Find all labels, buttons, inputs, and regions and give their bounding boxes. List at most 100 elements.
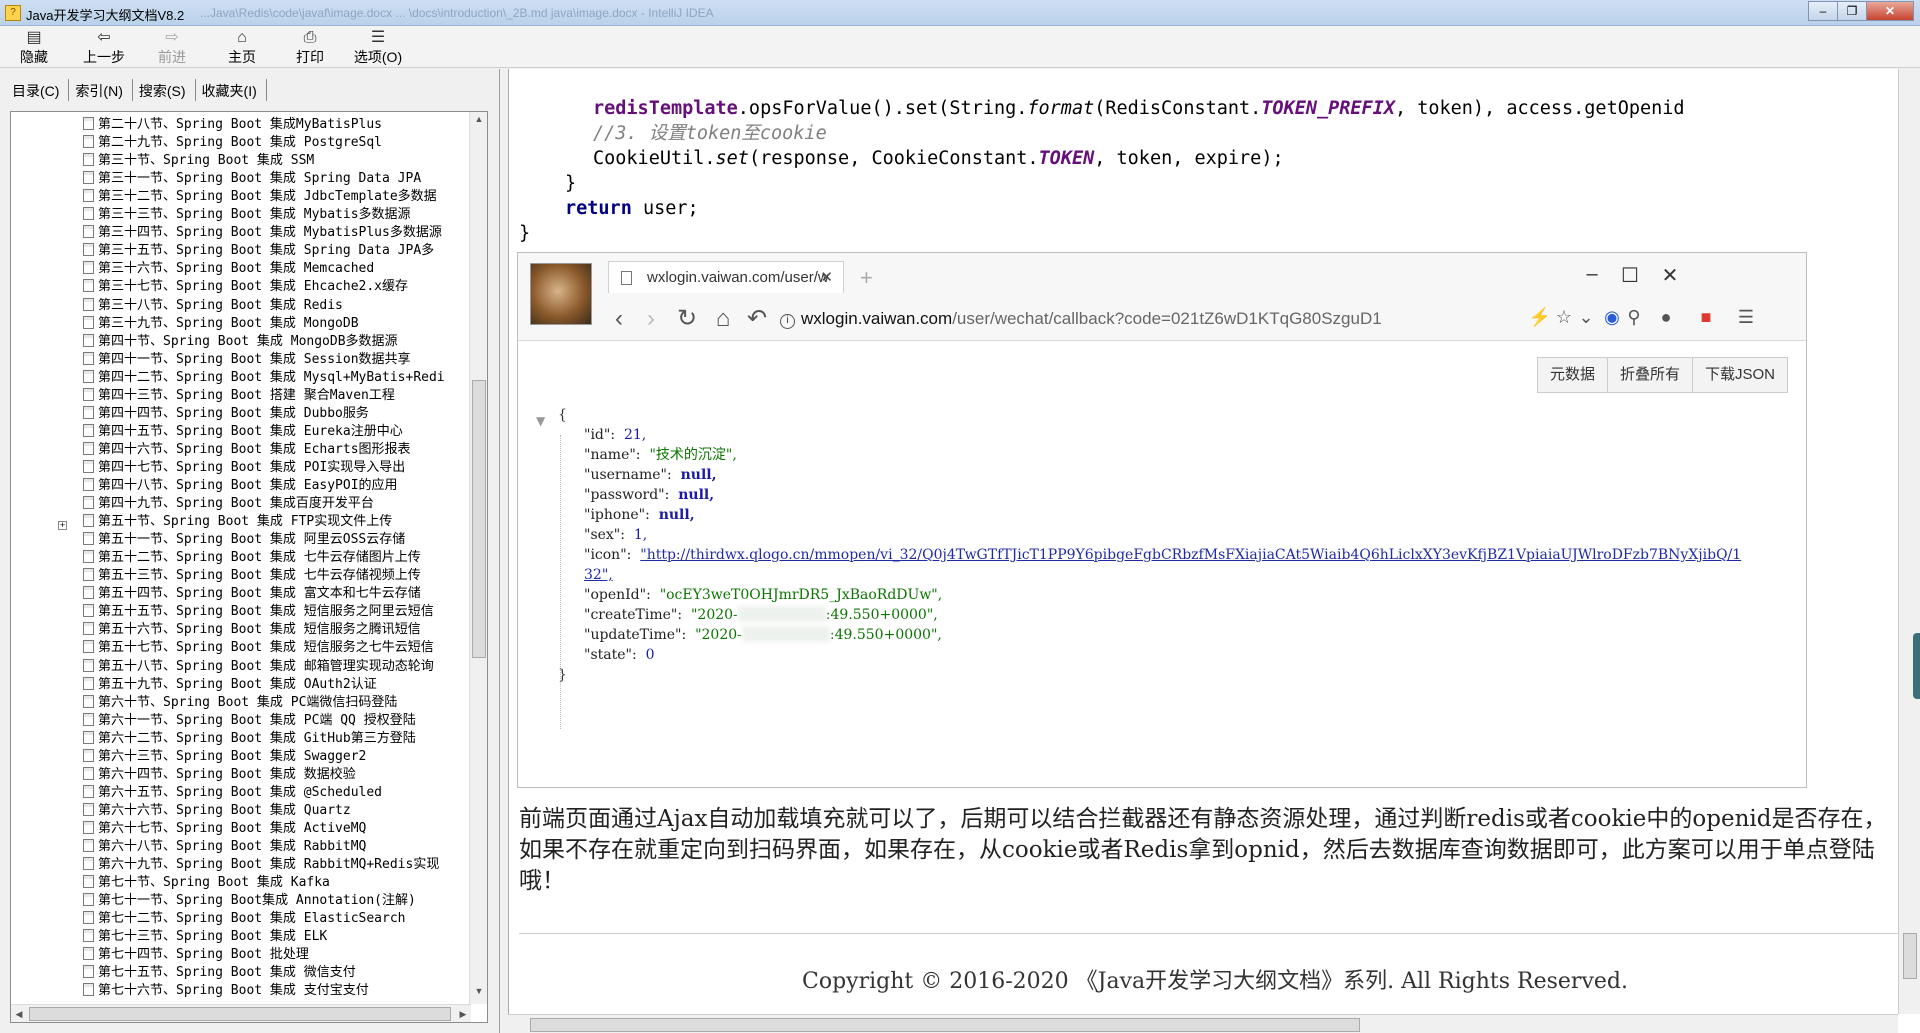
hide-icon: ▤: [26, 29, 42, 46]
tree-item[interactable]: 第六十九节、Spring Boot 集成 RabbitMQ+Redis实现: [83, 856, 463, 874]
tree-item[interactable]: 第七十二节、Spring Boot 集成 ElasticSearch: [83, 910, 463, 928]
tree-item[interactable]: 第五十节、Spring Boot 集成 FTP实现文件上传: [83, 513, 463, 531]
tree-item[interactable]: 第七十一节、Spring Boot集成 Annotation(注解): [83, 892, 463, 910]
tree-item[interactable]: 第三十八节、Spring Boot 集成 Redis: [83, 297, 463, 315]
hide-button[interactable]: ▤ 隐藏: [2, 29, 66, 67]
tree-item[interactable]: 第二十八节、Spring Boot 集成MyBatisPlus: [83, 116, 463, 134]
tree-hscroll-thumb[interactable]: [29, 1007, 451, 1021]
address-bar: i wxlogin.vaiwan.com/user/wechat/callback…: [780, 309, 1515, 329]
forward-button[interactable]: ⇨ 前进: [140, 29, 204, 67]
document-icon: [83, 333, 94, 347]
content-vertical-scrollbar[interactable]: [1898, 69, 1920, 1014]
tree-item[interactable]: 第五十八节、Spring Boot 集成 邮箱管理实现动态轮询: [83, 658, 463, 676]
back-icon: ‹: [615, 305, 623, 332]
tree-item[interactable]: 第五十三节、Spring Boot 集成 七牛云存储视频上传: [83, 567, 463, 585]
document-icon: [83, 802, 94, 816]
tree-item[interactable]: 第五十七节、Spring Boot 集成 短信服务之七牛云短信: [83, 639, 463, 657]
tree-item[interactable]: 第六十六节、Spring Boot 集成 Quartz: [83, 802, 463, 820]
document-icon: [83, 694, 94, 708]
print-button[interactable]: ⎙ 打印: [278, 29, 342, 67]
close-button[interactable]: ✕: [1866, 1, 1914, 21]
tree-item[interactable]: 第七十四节、Spring Boot 批处理: [83, 946, 463, 964]
options-button[interactable]: ☰ 选项(O): [346, 29, 410, 67]
lightning-icon: ⚡: [1528, 307, 1552, 327]
tree-item[interactable]: 第四十节、Spring Boot 集成 MongoDB多数据源: [83, 333, 463, 351]
document-icon: [83, 225, 94, 239]
tree-item[interactable]: 第四十八节、Spring Boot 集成 EasyPOI的应用: [83, 477, 463, 495]
tree-item[interactable]: 第三十七节、Spring Boot 集成 Ehcache2.x缓存: [83, 278, 463, 296]
tree-item[interactable]: 第三十五节、Spring Boot 集成 Spring Data JPA多: [83, 242, 463, 260]
redacted-blur: [737, 606, 826, 622]
tree-item[interactable]: 第六十八节、Spring Boot 集成 RabbitMQ: [83, 838, 463, 856]
tree-item[interactable]: 第四十二节、Spring Boot 集成 Mysql+MyBatis+Redi: [83, 369, 463, 387]
tab-index[interactable]: 索引(N): [69, 79, 133, 101]
tree-item[interactable]: 第五十六节、Spring Boot 集成 短信服务之腾讯短信: [83, 621, 463, 639]
dropdown-icon: ⌄: [1578, 307, 1594, 327]
contents-tree[interactable]: 第二十八节、Spring Boot 集成MyBatisPlus 第二十九节、Spr…: [10, 111, 488, 1023]
scroll-up-icon[interactable]: ▲: [470, 114, 487, 130]
tree-item[interactable]: 第六十七节、Spring Boot 集成 ActiveMQ: [83, 820, 463, 838]
tree-item[interactable]: 第七十节、Spring Boot 集成 Kafka: [83, 874, 463, 892]
scroll-left-icon[interactable]: ◀: [11, 1005, 27, 1022]
tree-item[interactable]: 第二十九节、Spring Boot 集成 PostgreSql: [83, 134, 463, 152]
document-icon: [83, 568, 94, 582]
tree-item[interactable]: 第三十四节、Spring Boot 集成 MybatisPlus多数据源: [83, 224, 463, 242]
tree-item[interactable]: 第四十一节、Spring Boot 集成 Session数据共享: [83, 351, 463, 369]
tree-item[interactable]: 第四十七节、Spring Boot 集成 POI实现导入导出: [83, 459, 463, 477]
forward-arrow-icon: ⇨: [165, 29, 179, 46]
tree-item[interactable]: 第五十五节、Spring Boot 集成 短信服务之阿里云短信: [83, 603, 463, 621]
document-icon: [83, 532, 94, 546]
tree-item[interactable]: 第四十四节、Spring Boot 集成 Dubbo服务: [83, 405, 463, 423]
divider: [519, 933, 1899, 934]
tree-item[interactable]: 第三十三节、Spring Boot 集成 Mybatis多数据源: [83, 206, 463, 224]
tree-item[interactable]: 第五十一节、Spring Boot 集成 阿里云OSS云存储: [83, 531, 463, 549]
content-hscroll-thumb[interactable]: [530, 1018, 1360, 1032]
tree-item[interactable]: 第五十四节、Spring Boot 集成 富文本和七牛云存储: [83, 585, 463, 603]
document-icon: [83, 441, 94, 455]
tree-item[interactable]: 第六十五节、Spring Boot 集成 @Scheduled: [83, 784, 463, 802]
tree-item[interactable]: 第三十六节、Spring Boot 集成 Memcached: [83, 260, 463, 278]
tree-item[interactable]: 第三十九节、Spring Boot 集成 MongoDB: [83, 315, 463, 333]
tree-item[interactable]: 第四十三节、Spring Boot 搭建 聚合Maven工程: [83, 387, 463, 405]
tree-item[interactable]: 第六十二节、Spring Boot 集成 GitHub第三方登陆: [83, 730, 463, 748]
json-line: "state": 0: [584, 647, 655, 663]
tree-item[interactable]: 第七十五节、Spring Boot 集成 微信支付: [83, 964, 463, 982]
content-horizontal-scrollbar[interactable]: [508, 1014, 1898, 1033]
tree-item[interactable]: 第七十三节、Spring Boot 集成 ELK: [83, 928, 463, 946]
tree-item[interactable]: 第四十六节、Spring Boot 集成 Echarts图形报表: [83, 441, 463, 459]
tree-item[interactable]: 第三十二节、Spring Boot 集成 JdbcTemplate多数据: [83, 188, 463, 206]
tab-favorites[interactable]: 收藏夹(I): [196, 79, 267, 101]
tree-item[interactable]: 第三十节、Spring Boot 集成 SSM: [83, 152, 463, 170]
side-grip-handle[interactable]: [1913, 633, 1920, 699]
tree-vertical-scrollbar[interactable]: ▲ ▼: [469, 112, 487, 1004]
tree-item[interactable]: 第六十三节、Spring Boot 集成 Swagger2: [83, 748, 463, 766]
tree-scroll-thumb[interactable]: [472, 380, 486, 658]
document-icon: [83, 369, 94, 383]
document-icon: [83, 658, 94, 672]
tree-item[interactable]: 第六十节、Spring Boot 集成 PC端微信扫码登陆: [83, 694, 463, 712]
tab-search[interactable]: 搜索(S): [133, 79, 196, 101]
tree-item[interactable]: 第六十四节、Spring Boot 集成 数据校验: [83, 766, 463, 784]
document-icon: [83, 730, 94, 744]
tree-item[interactable]: 第七十六节、Spring Boot 集成 支付宝支付: [83, 982, 463, 1000]
maximize-button[interactable]: ❐: [1837, 1, 1867, 21]
tree-item[interactable]: 第三十一节、Spring Boot 集成 Spring Data JPA: [83, 170, 463, 188]
document-icon: [83, 423, 94, 437]
profile-avatar: [530, 263, 592, 325]
home-button[interactable]: ⌂ 主页: [210, 29, 274, 67]
minimize-button[interactable]: –: [1808, 1, 1838, 21]
document-icon: [83, 875, 94, 889]
back-button[interactable]: ⇦ 上一步: [72, 29, 136, 67]
tree-item[interactable]: 第六十一节、Spring Boot 集成 PC端 QQ 授权登陆: [83, 712, 463, 730]
document-icon: [83, 153, 94, 167]
tree-item[interactable]: 第五十九节、Spring Boot 集成 OAuth2认证: [83, 676, 463, 694]
tree-item[interactable]: 第四十九节、Spring Boot 集成百度开发平台: [83, 495, 463, 513]
tab-contents[interactable]: 目录(C): [6, 79, 70, 101]
tree-item[interactable]: 第四十五节、Spring Boot 集成 Eureka注册中心: [83, 423, 463, 441]
content-scroll-thumb[interactable]: [1903, 933, 1917, 979]
tree-horizontal-scrollbar[interactable]: ◀ ▶: [11, 1004, 471, 1022]
tree-item[interactable]: 第五十二节、Spring Boot 集成 七牛云存储图片上传: [83, 549, 463, 567]
scroll-down-icon[interactable]: ▼: [470, 986, 487, 1002]
expand-icon[interactable]: +: [58, 521, 67, 530]
scroll-right-icon[interactable]: ▶: [455, 1005, 471, 1022]
